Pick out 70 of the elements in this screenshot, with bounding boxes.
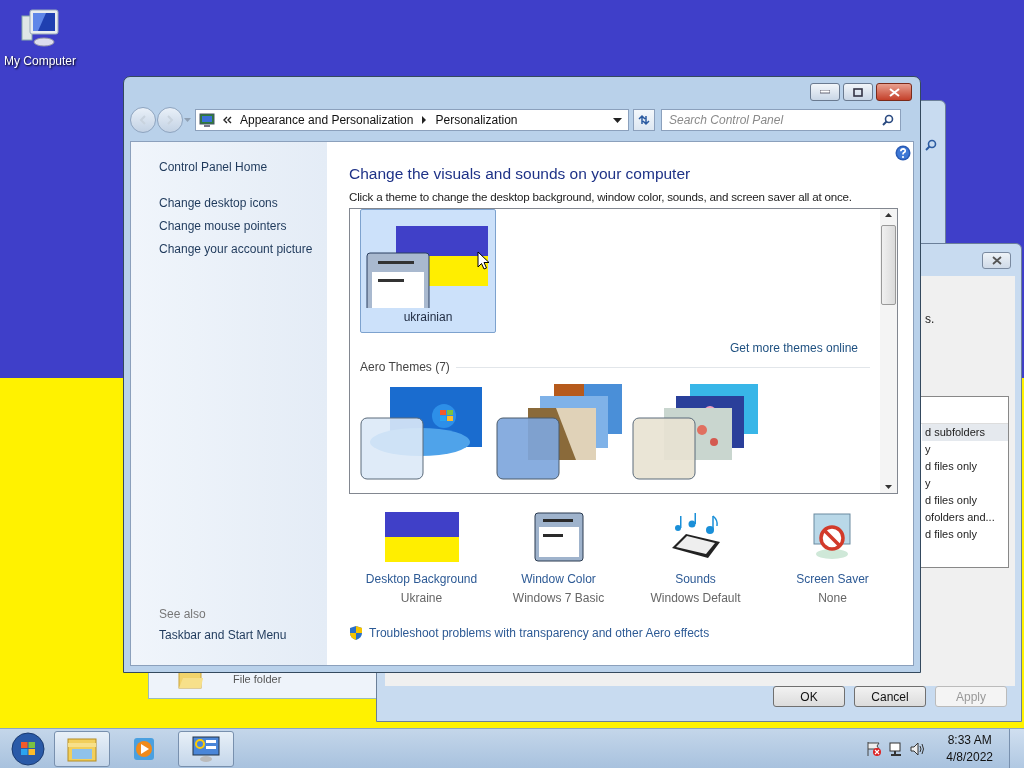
cursor-icon	[477, 251, 490, 270]
list-row[interactable]: y	[922, 475, 1008, 492]
setting-value: None	[818, 591, 847, 605]
double-chevron-icon	[223, 116, 232, 124]
sidebar-link[interactable]: Change desktop icons	[159, 192, 327, 215]
setting-value: Windows 7 Basic	[512, 591, 605, 605]
start-orb-icon	[11, 731, 45, 766]
sidebar-link[interactable]: Taskbar and Start Menu	[159, 624, 327, 647]
search-icon	[882, 114, 894, 126]
clock-date: 4/8/2022	[946, 748, 993, 766]
setting-link[interactable]: Desktop Background	[365, 572, 478, 586]
list-row[interactable]: d files only	[922, 458, 1008, 475]
file-type-text: File folder	[233, 673, 282, 685]
dropdown-arrow-icon[interactable]	[613, 117, 622, 123]
refresh-icon	[637, 114, 651, 126]
theme-item[interactable]: ukrainian	[360, 209, 496, 333]
chevron-icon[interactable]	[421, 116, 428, 124]
link[interactable]: Get more themes online	[729, 341, 858, 355]
setting-link[interactable]: Sounds	[675, 572, 716, 586]
taskbar-button[interactable]	[54, 730, 110, 767]
sidebar-link[interactable]: Change your account picture	[159, 238, 327, 261]
setting-value: Windows Default	[650, 591, 741, 605]
minimize-button[interactable]	[810, 83, 840, 101]
group-title: Aero Themes (7)	[360, 360, 450, 374]
speaker-icon[interactable]	[910, 740, 927, 757]
setting-value: Ukraine	[400, 591, 443, 605]
list-row[interactable]: ofolders and...	[922, 509, 1008, 526]
refresh-button[interactable]	[633, 109, 655, 131]
clock[interactable]: 8:33 AM 4/8/2022	[946, 731, 993, 766]
window-icon[interactable]	[533, 512, 584, 562]
description-text: s.	[925, 312, 935, 326]
desktop-icon-label[interactable]: My Computer	[4, 54, 76, 68]
list-row[interactable]: d subfolders	[922, 424, 1008, 441]
start-button[interactable]	[8, 729, 48, 768]
setting-link[interactable]: Screen Saver	[796, 572, 869, 586]
list-row[interactable]: y	[922, 441, 1008, 458]
dialog-button[interactable]: Cancel	[854, 686, 926, 707]
search-icon	[925, 139, 937, 151]
shield-icon	[349, 625, 363, 641]
list-row[interactable]: d files only	[922, 492, 1008, 509]
close-button[interactable]	[876, 83, 912, 101]
sidebar-link[interactable]: Change mouse pointers	[159, 215, 327, 238]
breadcrumb-item[interactable]: Personalization	[435, 113, 518, 127]
setting-link[interactable]: Window Color	[521, 572, 596, 586]
clock-time: 8:33 AM	[947, 731, 992, 749]
troubleshoot-link[interactable]: Troubleshoot problems with transparency and other Aero effects	[369, 626, 710, 640]
search-field[interactable]: Search Control Panel	[661, 109, 901, 131]
control-panel-icon	[191, 734, 221, 763]
dialog-button[interactable]: OK	[773, 686, 845, 707]
flag-icon[interactable]	[866, 740, 883, 757]
maximize-icon	[853, 87, 863, 97]
taskbar-button[interactable]	[178, 730, 234, 767]
close-icon	[991, 256, 1002, 265]
sidebar-link[interactable]: Control Panel Home	[159, 156, 327, 179]
address-bar[interactable]: Appearance and Personalization Personalization	[195, 109, 629, 131]
close-icon	[888, 87, 900, 97]
description-text: Click a theme to change the desktop background, window color, sounds, and screen saver all at once.	[349, 190, 853, 203]
scroll-up-icon[interactable]	[885, 213, 892, 217]
scroll-down-icon[interactable]	[885, 485, 892, 489]
page-heading: Change the visuals and sounds on your computer	[349, 164, 692, 184]
scrollbar[interactable]	[880, 209, 897, 493]
background-preview-icon[interactable]	[384, 512, 459, 562]
maximize-button[interactable]	[843, 83, 873, 101]
breadcrumb-item[interactable]: Appearance and Personalization	[240, 113, 414, 127]
monitor-icon	[199, 112, 215, 128]
section-label: See also	[159, 606, 207, 623]
list-row[interactable]: d files only	[922, 526, 1008, 543]
help-icon[interactable]	[895, 145, 911, 161]
close-button[interactable]	[982, 252, 1011, 269]
minimize-icon	[820, 90, 830, 94]
